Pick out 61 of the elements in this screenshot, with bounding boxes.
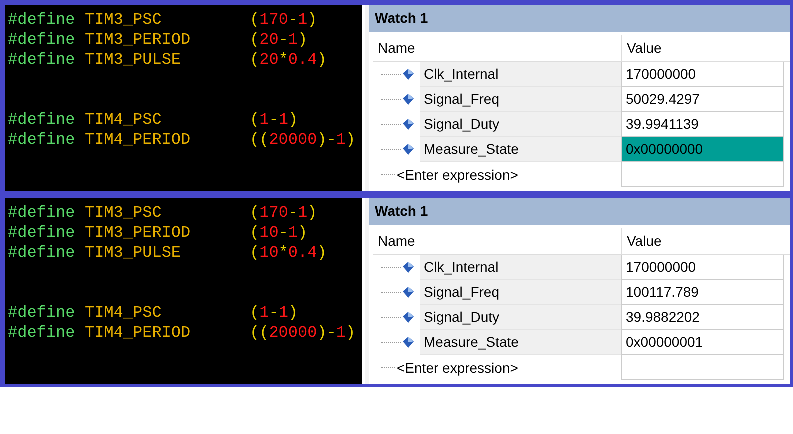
- macro-value: (1-1): [250, 110, 298, 130]
- code-keyword: #define: [8, 243, 76, 263]
- window-title: Watch 1: [369, 5, 790, 32]
- variable-name[interactable]: Measure_State: [420, 330, 621, 355]
- macro-name: TIM4_PERIOD: [85, 323, 192, 343]
- variable-value[interactable]: 100117.789: [621, 280, 784, 305]
- macro-value: (170-1): [250, 10, 318, 30]
- variable-icon: [403, 94, 414, 105]
- code-keyword: #define: [8, 30, 76, 50]
- variable-icon: [403, 312, 414, 323]
- macro-value: (10-1): [250, 223, 308, 243]
- macro-name: TIM4_PERIOD: [85, 130, 192, 150]
- window-title: Watch 1: [369, 198, 790, 225]
- macro-name: TIM3_PERIOD: [85, 223, 192, 243]
- variable-icon: [403, 337, 414, 348]
- variable-name[interactable]: Clk_Internal: [420, 62, 621, 87]
- macro-name: TIM3_PSC: [85, 10, 163, 30]
- variable-icon: [403, 119, 414, 130]
- code-keyword: #define: [8, 50, 76, 70]
- variable-name[interactable]: Signal_Freq: [420, 280, 621, 305]
- code-keyword: #define: [8, 130, 76, 150]
- macro-name: TIM3_PERIOD: [85, 30, 192, 50]
- macro-name: TIM3_PSC: [85, 203, 163, 223]
- variable-icon: [403, 262, 414, 273]
- variable-name[interactable]: Signal_Duty: [420, 305, 621, 330]
- variable-value[interactable]: 0x00000000: [621, 137, 784, 162]
- code-keyword: #define: [8, 10, 76, 30]
- code-keyword: #define: [8, 303, 76, 323]
- macro-name: TIM3_PULSE: [85, 50, 182, 70]
- expression-entry[interactable]: <Enter expression>: [395, 166, 518, 182]
- macro-value: (20*0.4): [250, 50, 327, 70]
- variable-name[interactable]: Signal_Duty: [420, 112, 621, 137]
- macro-value: (1-1): [250, 303, 298, 323]
- variable-value[interactable]: 39.9882202: [621, 305, 784, 330]
- code-keyword: #define: [8, 203, 76, 223]
- variable-value[interactable]: 50029.4297: [621, 87, 784, 112]
- macro-value: (170-1): [250, 203, 318, 223]
- expression-entry[interactable]: <Enter expression>: [395, 360, 518, 376]
- macro-name: TIM3_PULSE: [85, 243, 182, 263]
- code-keyword: #define: [8, 223, 76, 243]
- variable-value[interactable]: 0x00000001: [621, 330, 784, 355]
- column-header[interactable]: Value: [621, 35, 790, 62]
- macro-value: ((20000)-1): [250, 130, 356, 150]
- variable-name[interactable]: Signal_Freq: [420, 87, 621, 112]
- variable-icon: [403, 287, 414, 298]
- macro-value: ((20000)-1): [250, 323, 356, 343]
- value-field[interactable]: [621, 355, 784, 380]
- variable-icon: [403, 144, 414, 155]
- code-keyword: #define: [8, 323, 76, 343]
- macro-name: TIM4_PSC: [85, 110, 163, 130]
- variable-value[interactable]: 170000000: [621, 62, 784, 87]
- code-keyword: #define: [8, 110, 76, 130]
- macro-value: (20-1): [250, 30, 308, 50]
- variable-name[interactable]: Clk_Internal: [420, 255, 621, 280]
- value-field[interactable]: [621, 162, 784, 187]
- macro-value: (10*0.4): [250, 243, 327, 263]
- macro-name: TIM4_PSC: [85, 303, 163, 323]
- column-header[interactable]: Value: [621, 228, 790, 255]
- variable-value[interactable]: 170000000: [621, 255, 784, 280]
- variable-icon: [403, 69, 414, 80]
- variable-name[interactable]: Measure_State: [420, 137, 621, 162]
